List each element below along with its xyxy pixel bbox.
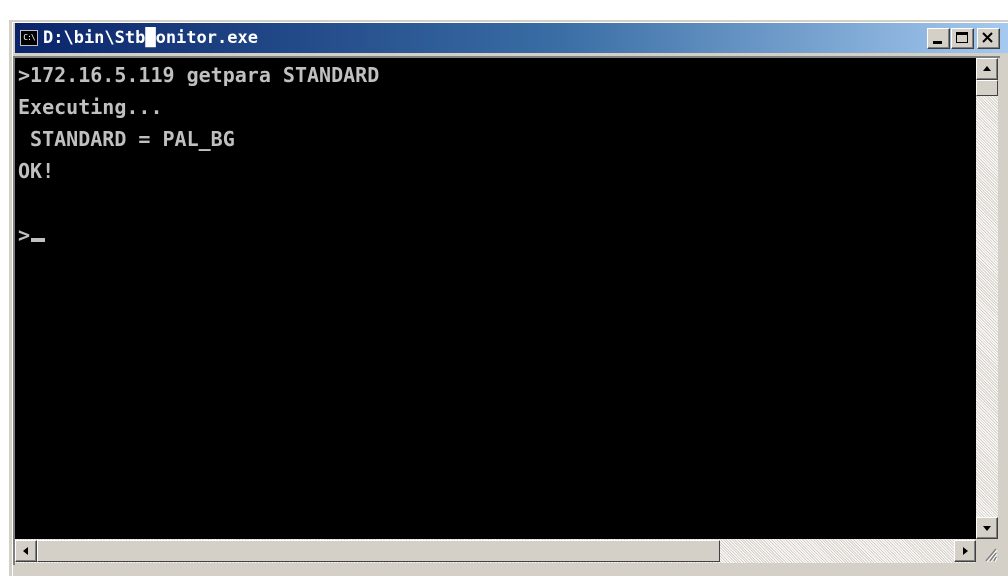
text-cursor bbox=[31, 238, 46, 242]
minimize-icon bbox=[933, 41, 942, 44]
vertical-scroll-thumb[interactable] bbox=[976, 80, 998, 96]
arrow-right-icon bbox=[963, 547, 968, 555]
arrow-down-icon bbox=[983, 526, 991, 531]
vertical-scrollbar[interactable] bbox=[976, 58, 998, 539]
arrow-up-icon bbox=[983, 66, 991, 71]
title-bar[interactable]: C:\ D:\bin\Stb█onitor.exe bbox=[15, 23, 1008, 53]
minimize-button[interactable] bbox=[927, 28, 950, 49]
resize-grip-icon bbox=[985, 548, 998, 563]
arrow-left-icon bbox=[23, 547, 28, 555]
console-line: STANDARD = PAL_BG bbox=[18, 127, 235, 151]
close-button[interactable] bbox=[977, 28, 1000, 49]
resize-grip[interactable] bbox=[976, 539, 998, 563]
console-line: OK! bbox=[18, 159, 55, 183]
scroll-right-button[interactable] bbox=[954, 540, 976, 562]
console-output[interactable]: >172.16.5.119 getpara STANDARD Executing… bbox=[15, 58, 976, 539]
scroll-left-button[interactable] bbox=[15, 540, 37, 562]
scroll-up-button[interactable] bbox=[976, 58, 998, 80]
prompt-symbol: > bbox=[18, 223, 31, 247]
close-icon bbox=[982, 32, 993, 43]
window-title: D:\bin\Stb█onitor.exe bbox=[43, 28, 258, 48]
maximize-button[interactable] bbox=[951, 28, 974, 49]
horizontal-scrollbar[interactable] bbox=[15, 539, 976, 563]
console-prompt-line[interactable]: > bbox=[18, 220, 46, 250]
console-line: >172.16.5.119 getpara STANDARD bbox=[18, 63, 380, 87]
console-icon[interactable]: C:\ bbox=[20, 30, 38, 46]
maximize-icon bbox=[956, 32, 968, 43]
horizontal-scroll-thumb[interactable] bbox=[37, 540, 720, 562]
scroll-down-button[interactable] bbox=[976, 517, 998, 539]
console-line: Executing... bbox=[18, 95, 163, 119]
